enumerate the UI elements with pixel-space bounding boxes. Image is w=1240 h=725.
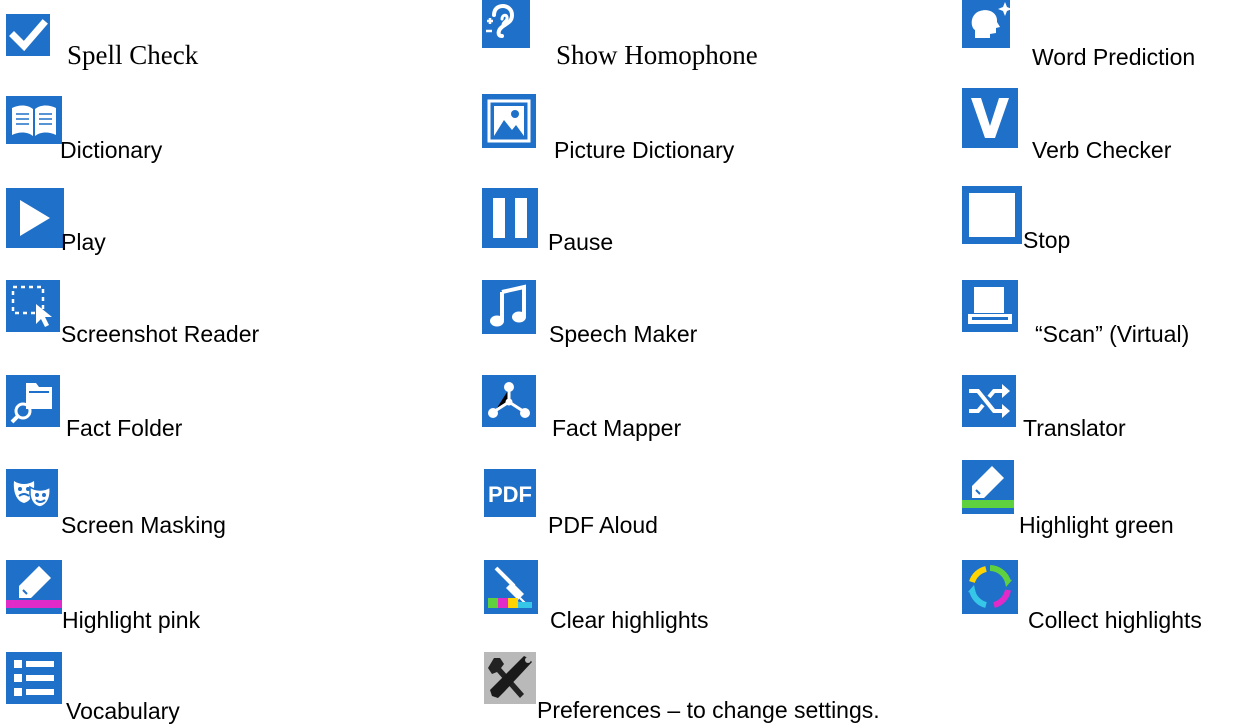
legend-label: Pause bbox=[548, 229, 614, 255]
legend-label: Vocabulary bbox=[66, 698, 180, 724]
legend-label: Fact Mapper bbox=[552, 415, 682, 441]
scanner-icon bbox=[962, 280, 1018, 332]
picture-icon bbox=[482, 94, 536, 148]
legend-label: Translator bbox=[1023, 415, 1126, 441]
collect-cycle-icon bbox=[962, 560, 1018, 614]
checkmark-icon bbox=[6, 14, 50, 56]
legend-label: Screenshot Reader bbox=[61, 321, 260, 347]
play-icon bbox=[6, 188, 64, 248]
list-icon bbox=[6, 652, 62, 704]
legend-label: Dictionary bbox=[60, 137, 163, 163]
pdf-icon: PDF bbox=[484, 469, 536, 517]
toolbar-icon-legend: Spell Check Show Homophone Word Predicti… bbox=[0, 0, 1240, 724]
ear-icon bbox=[482, 0, 530, 48]
stop-icon bbox=[962, 186, 1022, 244]
node-map-icon bbox=[482, 375, 536, 427]
clear-highlights-brush-icon bbox=[484, 560, 538, 614]
legend-label: Fact Folder bbox=[66, 415, 183, 441]
wrench-screwdriver-icon bbox=[484, 652, 536, 704]
legend-label: Stop bbox=[1023, 227, 1071, 253]
green-highlighter-icon bbox=[962, 460, 1014, 514]
letter-v-icon bbox=[962, 88, 1018, 148]
legend-label: Screen Masking bbox=[61, 512, 226, 538]
legend-label: “Scan” (Virtual) bbox=[1035, 321, 1190, 347]
shuffle-arrows-icon bbox=[962, 375, 1016, 427]
theatre-masks-icon bbox=[6, 469, 58, 517]
legend-label: Highlight green bbox=[1019, 512, 1174, 538]
legend-label: Spell Check bbox=[67, 40, 199, 70]
legend-label: Picture Dictionary bbox=[554, 137, 735, 163]
pdf-icon-text: PDF bbox=[488, 482, 532, 507]
legend-label: PDF Aloud bbox=[548, 512, 658, 538]
legend-label: Speech Maker bbox=[549, 321, 698, 347]
legend-label: Show Homophone bbox=[556, 40, 758, 70]
music-note-icon bbox=[482, 280, 536, 334]
screenshot-select-icon bbox=[6, 280, 60, 332]
pause-icon bbox=[482, 188, 538, 248]
legend-label: Collect highlights bbox=[1028, 607, 1202, 633]
open-book-icon bbox=[6, 96, 62, 144]
legend-label: Preferences – to change settings. bbox=[537, 697, 880, 723]
head-sparkle-icon bbox=[962, 0, 1016, 48]
legend-label: Clear highlights bbox=[550, 607, 709, 633]
legend-label: Verb Checker bbox=[1032, 137, 1172, 163]
legend-label: Word Prediction bbox=[1032, 44, 1196, 70]
legend-label: Play bbox=[61, 229, 106, 255]
folder-search-icon bbox=[6, 375, 60, 427]
pink-highlighter-icon bbox=[6, 560, 62, 614]
legend-label: Highlight pink bbox=[62, 607, 201, 633]
